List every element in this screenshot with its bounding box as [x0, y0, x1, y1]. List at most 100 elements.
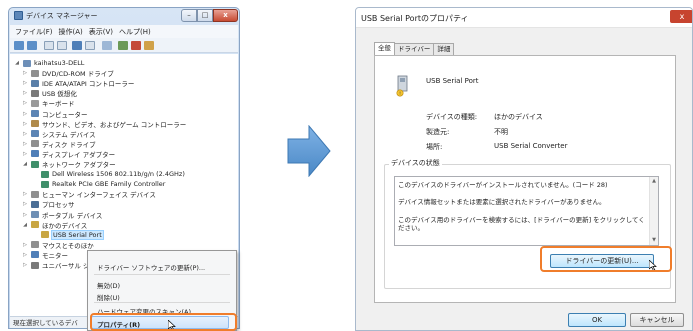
expand-arrow-icon[interactable]: ▷	[22, 121, 28, 127]
tab-strip: 全般 ドライバー 詳細	[374, 42, 455, 55]
tree-node[interactable]: ▷ マウスとそのほか	[22, 240, 94, 250]
uninstall-icon[interactable]	[131, 41, 141, 50]
right-arrow-icon	[287, 125, 331, 177]
device-status-heading: デバイスの状態	[389, 158, 442, 168]
tree-node[interactable]: ◢ ネットワーク アダプター	[22, 159, 116, 169]
tree-node[interactable]: ▷ システム デバイス	[22, 129, 96, 139]
tree-node[interactable]: ▷ コンピューター	[22, 109, 88, 119]
unknown-device-icon: !	[396, 75, 408, 97]
tab-details[interactable]: 詳細	[433, 43, 455, 55]
close-button[interactable]: x	[213, 9, 238, 22]
enable-icon[interactable]	[144, 41, 154, 50]
collapse-arrow-icon[interactable]: ◢	[22, 161, 28, 167]
scroll-up-icon[interactable]: ▲	[650, 178, 658, 184]
tree-node-label: USB 仮想化	[42, 90, 77, 99]
tab-general[interactable]: 全般	[374, 42, 395, 55]
manufacturer-label: 製造元:	[426, 128, 450, 136]
scan-icon[interactable]	[102, 41, 112, 50]
expand-arrow-icon[interactable]: ▷	[22, 90, 28, 96]
tree-node[interactable]: ▷ プロセッサ	[22, 199, 75, 209]
device-icon	[31, 150, 39, 158]
menu-action[interactable]: 操作(A)	[59, 27, 83, 37]
tree-node[interactable]: ▷ ディスプレイ アダプター	[22, 149, 115, 159]
menu-separator	[94, 302, 230, 303]
ok-button[interactable]: OK	[568, 313, 626, 327]
tree-node-label: システム デバイス	[42, 130, 96, 139]
tree-node[interactable]: ◢ kaihatsu3-DELL	[14, 58, 84, 68]
device-icon	[31, 89, 39, 97]
expand-arrow-icon[interactable]: ▷	[22, 262, 28, 268]
properties-icon[interactable]	[57, 41, 67, 50]
expand-arrow-icon[interactable]: ▷	[22, 80, 28, 86]
expand-arrow-icon[interactable]: ▷	[22, 100, 28, 106]
device-name: USB Serial Port	[426, 77, 479, 85]
tree-node[interactable]: ◢ ほかのデバイス	[22, 220, 87, 230]
dialog-title-bar: USB Serial Portのプロパティ x	[356, 8, 692, 28]
expand-arrow-icon[interactable]: ▷	[22, 151, 28, 157]
expand-arrow-icon[interactable]: ▷	[22, 70, 28, 76]
collapse-arrow-icon[interactable]: ◢	[22, 222, 28, 228]
expand-arrow-icon[interactable]: ▷	[22, 131, 28, 137]
tree-node[interactable]: ▷ キーボード	[22, 98, 75, 108]
maximize-button[interactable]: □	[197, 9, 213, 22]
tree-node-label: モニター	[42, 251, 68, 260]
window-title: デバイス マネージャー	[26, 12, 98, 20]
properties-highlight-box	[90, 313, 237, 331]
expand-arrow-icon[interactable]: ▷	[22, 141, 28, 147]
expand-arrow-icon[interactable]: ▷	[22, 201, 28, 207]
dialog-close-button[interactable]: x	[670, 10, 692, 23]
list-icon[interactable]	[85, 41, 95, 50]
tree-node[interactable]: USB Serial Port	[32, 229, 104, 240]
tree-node[interactable]: ▷ ヒューマン インターフェイス デバイス	[22, 189, 156, 199]
device-status-textbox[interactable]: このデバイスのドライバーがインストールされていません。(コード 28) デバイス…	[394, 176, 659, 246]
expand-arrow-icon[interactable]: ▷	[22, 242, 28, 248]
menu-help[interactable]: ヘルプ(H)	[119, 27, 151, 37]
forward-icon[interactable]	[27, 41, 37, 50]
menu-bar: ファイル(F) 操作(A) 表示(V) ヘルプ(H)	[10, 25, 238, 38]
tree-node[interactable]: ▷ モニター	[22, 250, 68, 260]
menu-item-disable[interactable]: 無効(D)	[97, 280, 120, 290]
device-icon	[41, 180, 49, 188]
tree-node-label: ポータブル デバイス	[42, 211, 103, 220]
tree-node[interactable]: Dell Wireless 1506 802.11b/g/n (2.4GHz)	[32, 169, 185, 179]
cancel-button[interactable]: キャンセル	[630, 313, 684, 327]
device-icon	[41, 231, 49, 239]
tree-node[interactable]: Realtek PCIe GBE Family Controller	[32, 179, 165, 189]
toolbar	[10, 38, 238, 53]
tree-node[interactable]: ▷ ポータブル デバイス	[22, 210, 102, 220]
minimize-button[interactable]: –	[181, 9, 197, 22]
tree-node[interactable]: ▷ USB 仮想化	[22, 88, 77, 98]
update-driver-highlight-box	[540, 246, 672, 272]
status-scrollbar[interactable]: ▲ ▼	[649, 177, 658, 245]
dialog-title: USB Serial Portのプロパティ	[361, 14, 469, 23]
tree-node-label: Realtek PCIe GBE Family Controller	[52, 180, 166, 189]
status-line: このデバイス用のドライバーを検索するには、[ドライバーの更新] をクリックしてく…	[398, 216, 645, 232]
menu-file[interactable]: ファイル(F)	[15, 27, 53, 37]
tree-node-label: USB Serial Port	[51, 229, 104, 240]
tree-node[interactable]: ▷ DVD/CD-ROM ドライブ	[22, 68, 114, 78]
expand-arrow-icon[interactable]: ▷	[22, 212, 28, 218]
back-icon[interactable]	[14, 41, 24, 50]
menu-item-uninstall[interactable]: 削除(U)	[97, 292, 120, 302]
update-driver-icon[interactable]	[118, 41, 128, 50]
scroll-down-icon[interactable]: ▼	[650, 237, 658, 243]
expand-arrow-icon[interactable]: ▷	[22, 252, 28, 258]
collapse-arrow-icon[interactable]: ◢	[14, 60, 20, 66]
view-icon[interactable]	[44, 41, 54, 50]
help-icon[interactable]	[72, 41, 82, 50]
expand-arrow-icon[interactable]: ▷	[22, 191, 28, 197]
tree-node[interactable]: ▷ IDE ATA/ATAPI コントローラー	[22, 78, 134, 88]
tree-node[interactable]: ▷ ユニバーサル シリ	[22, 260, 96, 270]
menu-item-update-driver[interactable]: ドライバー ソフトウェアの更新(P)...	[97, 262, 205, 272]
tree-node-label: IDE ATA/ATAPI コントローラー	[42, 80, 135, 89]
expand-arrow-icon[interactable]: ▷	[22, 111, 28, 117]
device-icon	[31, 130, 39, 138]
tab-driver[interactable]: ドライバー	[394, 43, 435, 55]
menu-view[interactable]: 表示(V)	[89, 27, 113, 37]
tree-node[interactable]: ▷ サウンド、ビデオ、およびゲーム コントローラー	[22, 119, 186, 129]
device-icon	[31, 251, 39, 259]
device-icon	[31, 261, 39, 269]
tree-node[interactable]: ▷ ディスク ドライブ	[22, 139, 96, 149]
device-icon	[31, 190, 39, 198]
device-type-label: デバイスの種類:	[426, 113, 478, 121]
